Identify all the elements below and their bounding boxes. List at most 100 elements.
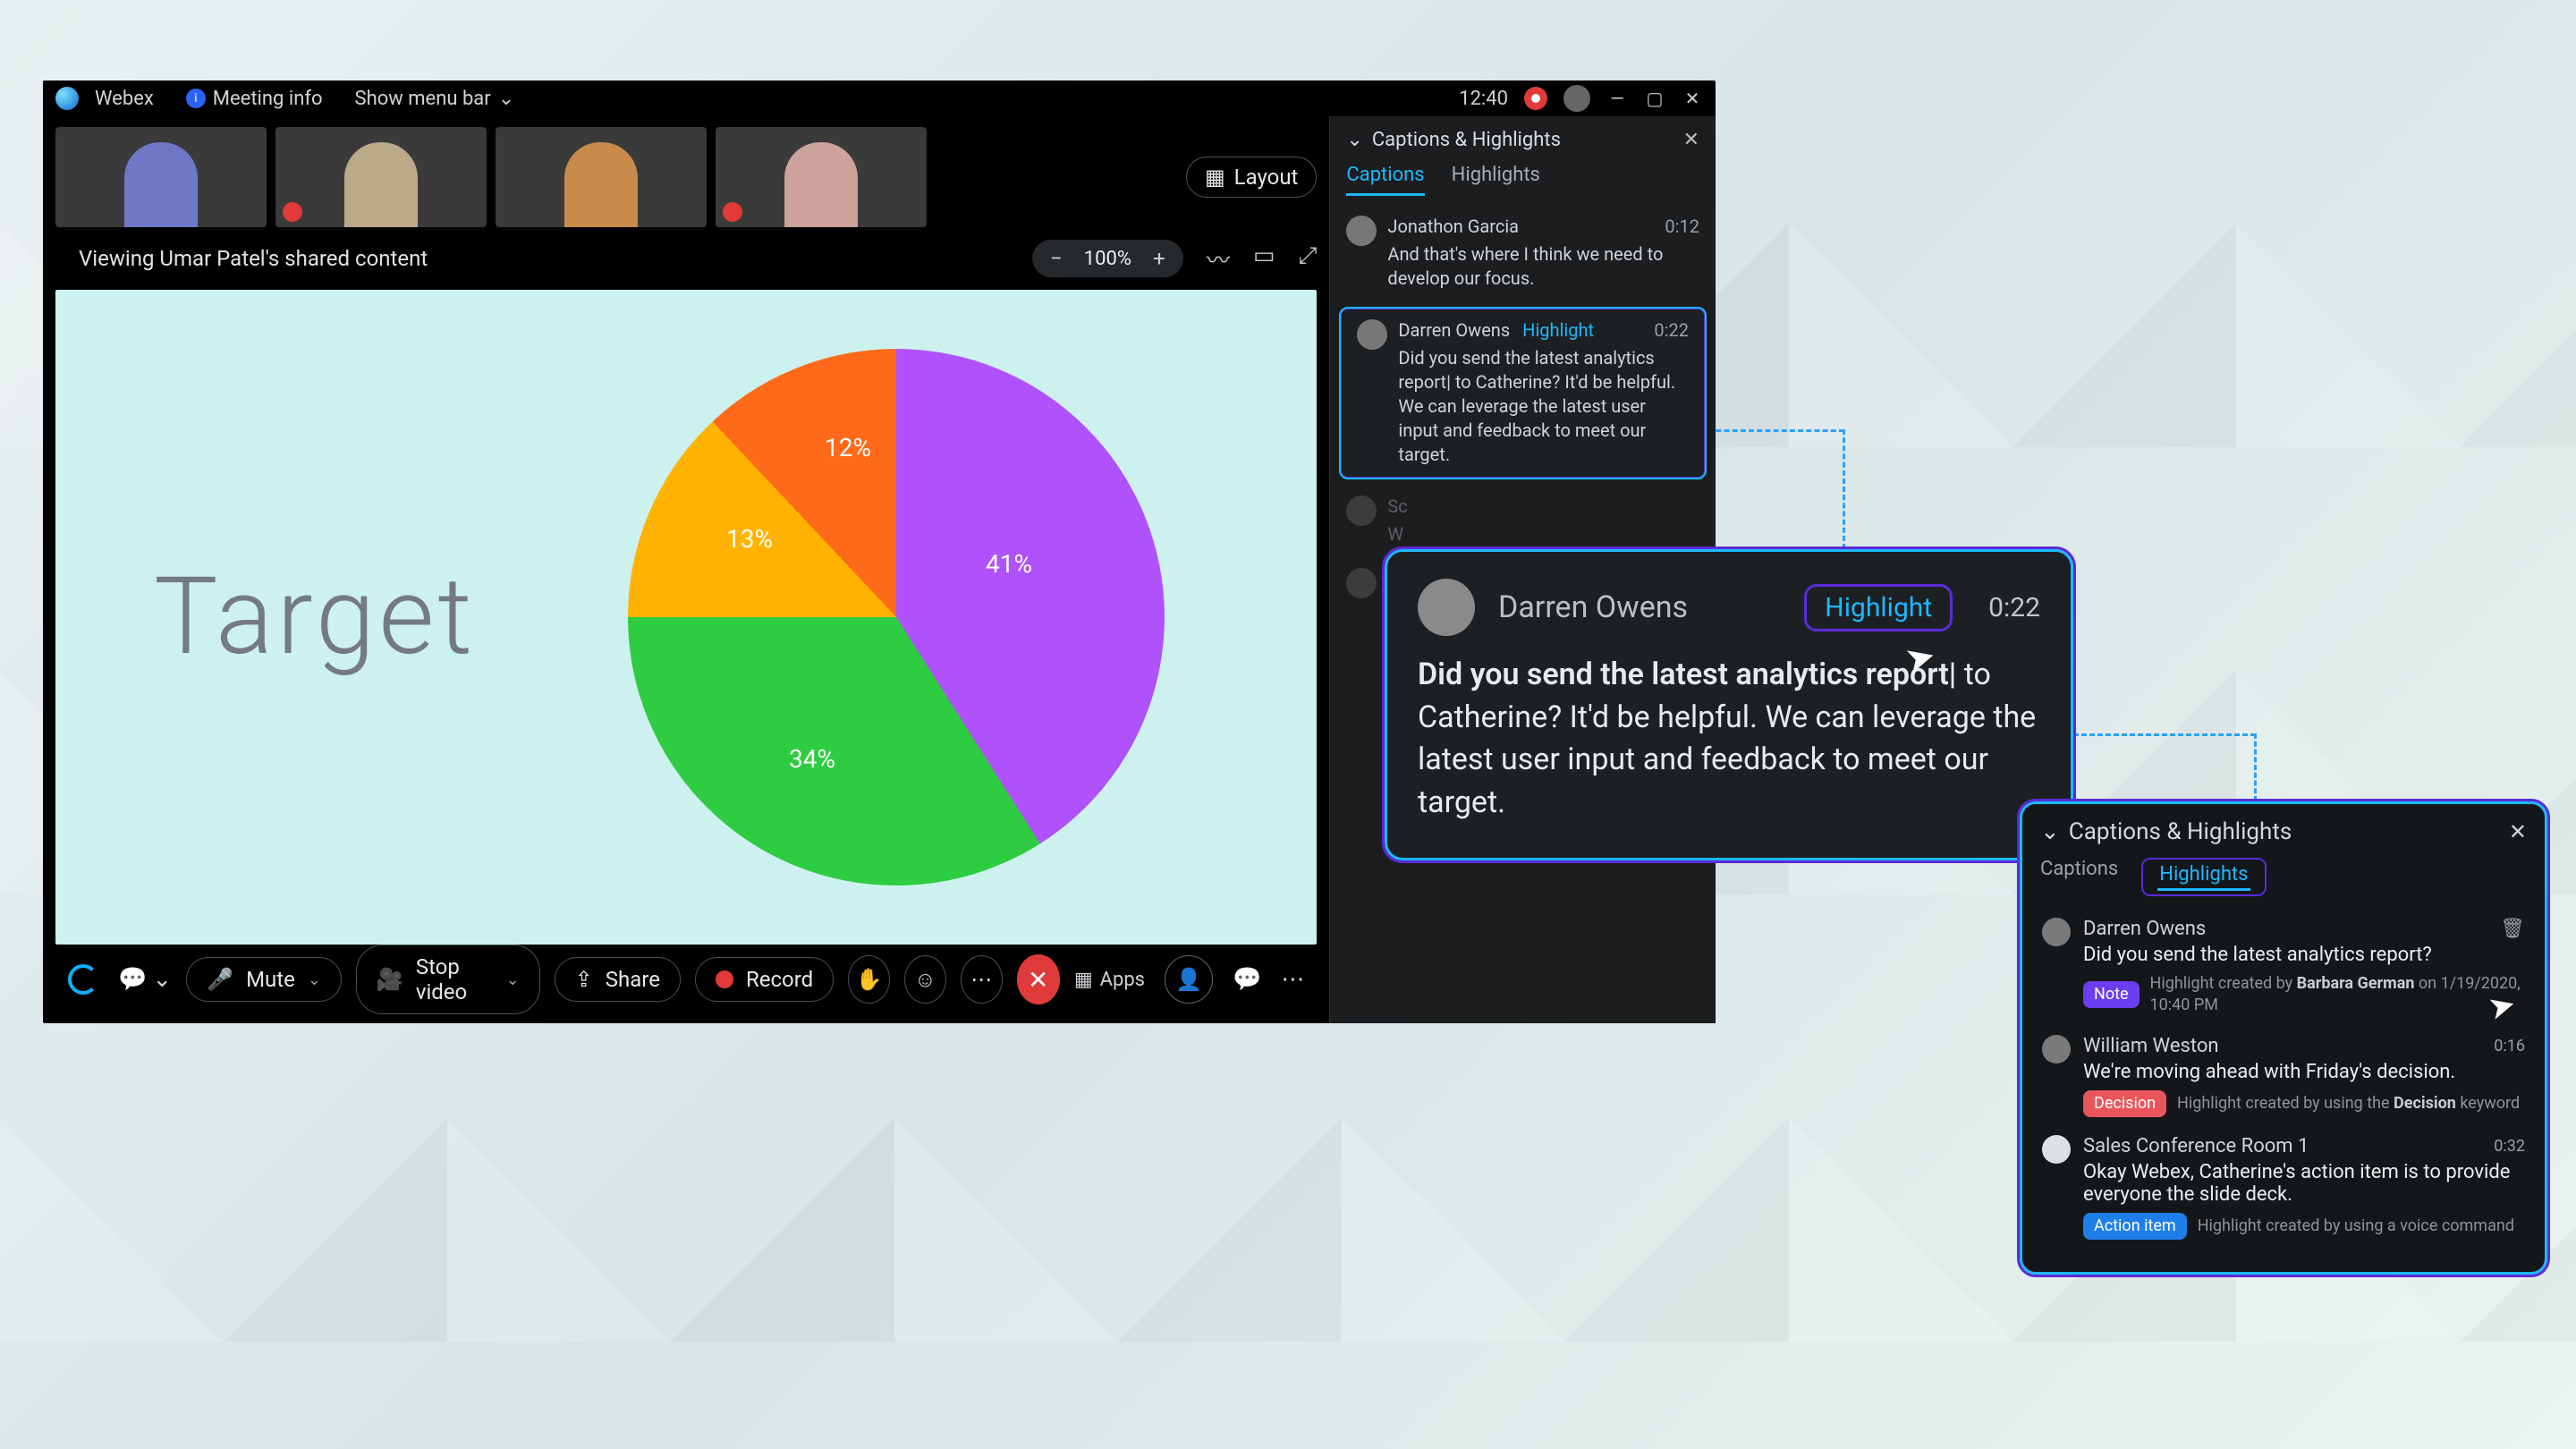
recording-indicator-icon	[1524, 87, 1547, 110]
record-button[interactable]: Record	[695, 957, 834, 1002]
highlight-item[interactable]: Darren Owens 🗑 Did you send the latest a…	[2040, 909, 2527, 1026]
avatar	[2042, 1135, 2071, 1164]
popout-author: Darren Owens	[1498, 589, 1688, 625]
tag-action-item: Action item	[2083, 1213, 2187, 1240]
chevron-down-icon: ⌄	[308, 970, 321, 989]
expand-icon[interactable]: ⤢	[1299, 242, 1318, 275]
highlight-caption-popout: Darren Owens Highlight 0:22 Did you send…	[1385, 549, 2073, 860]
caption-author: Jonathon Garcia	[1387, 216, 1519, 237]
participant-thumbnail[interactable]	[55, 127, 267, 227]
tab-highlights[interactable]: Highlights	[1452, 164, 1540, 196]
chat-panel-button[interactable]: 💬 ⌄	[118, 966, 172, 993]
display-icon[interactable]: ▭	[1253, 242, 1275, 275]
highlight-time: 0:32	[2494, 1137, 2525, 1156]
highlight-item[interactable]: Sales Conference Room 1 0:32 Okay Webex,…	[2040, 1126, 2527, 1249]
pie-slice-label: 13%	[726, 524, 773, 554]
panel-title: Captions & Highlights	[2069, 818, 2292, 845]
participants-button[interactable]: 👤	[1165, 955, 1213, 1004]
info-icon: i	[186, 89, 206, 108]
highlight-text: Did you send the latest analytics report…	[2083, 944, 2525, 966]
avatar	[2042, 918, 2071, 946]
stop-video-button[interactable]: 🎥 Stop video ⌄	[356, 945, 540, 1014]
close-sidebar-button[interactable]: ✕	[1683, 129, 1699, 151]
maximize-button[interactable]: ▢	[1644, 88, 1665, 109]
tab-captions[interactable]: Captions	[1346, 164, 1424, 196]
mute-button[interactable]: 🎤 Mute ⌄	[186, 957, 342, 1002]
close-panel-button[interactable]: ✕	[2509, 819, 2527, 844]
layout-button[interactable]: ▦ Layout	[1186, 157, 1317, 198]
caption-item[interactable]: Sc W	[1330, 485, 1716, 557]
muted-icon	[283, 202, 302, 222]
chat-bubble-icon[interactable]: 💬	[1233, 966, 1261, 993]
pie-slice-label: 12%	[825, 433, 871, 462]
zoom-out-button[interactable]: −	[1041, 243, 1072, 274]
close-window-button[interactable]: ✕	[1682, 88, 1703, 109]
chevron-down-icon[interactable]: ⌄	[2040, 818, 2060, 845]
zoom-in-button[interactable]: +	[1144, 243, 1174, 274]
viewing-label: Viewing Umar Patel's shared content	[79, 246, 428, 271]
camera-icon: 🎥	[377, 967, 403, 992]
caption-text: And that's where I think we need to deve…	[1387, 242, 1699, 291]
highlight-author: William Weston	[2083, 1035, 2219, 1057]
record-icon	[716, 970, 733, 988]
avatar	[1346, 216, 1377, 246]
end-call-button[interactable]: ✕	[1017, 954, 1060, 1004]
webex-logo-icon	[55, 87, 79, 110]
pie-slice-label: 41%	[986, 549, 1032, 579]
tag-note: Note	[2083, 981, 2140, 1008]
pie-slice-label: 34%	[789, 744, 835, 774]
highlights-panel: ⌄ Captions & Highlights ✕ Captions Highl…	[2020, 801, 2547, 1275]
highlight-item[interactable]: William Weston 0:16 We're moving ahead w…	[2040, 1026, 2527, 1126]
caption-time: 0:22	[1654, 319, 1689, 341]
tab-captions[interactable]: Captions	[2040, 858, 2118, 896]
highlight-author: Darren Owens	[2083, 918, 2206, 940]
chevron-down-icon: ⌄	[152, 966, 172, 993]
sidebar-title: Captions & Highlights	[1372, 129, 1561, 151]
tab-highlights[interactable]: Highlights	[2141, 858, 2266, 896]
highlight-author: Sales Conference Room 1	[2083, 1135, 2309, 1157]
popout-time: 0:22	[1988, 592, 2040, 623]
annotate-icon[interactable]: 〰	[1207, 242, 1230, 275]
tag-decision: Decision	[2083, 1090, 2166, 1117]
shared-content-stage: Target 41% 34% 13% 12%	[55, 290, 1317, 945]
highlight-time: 0:16	[2494, 1037, 2525, 1055]
assistant-orb-icon[interactable]	[68, 964, 98, 995]
brand: Webex	[55, 87, 154, 110]
caption-item[interactable]: Jonathon Garcia 0:12 And that's where I …	[1330, 205, 1716, 301]
caption-text: Did you send the latest analytics report…	[1398, 346, 1689, 467]
avatar	[1357, 319, 1387, 350]
avatar	[1418, 579, 1475, 636]
show-menu-bar-button[interactable]: Show menu bar ⌄	[355, 88, 515, 110]
caption-highlight-badge: Highlight	[1522, 319, 1594, 341]
avatar	[1346, 496, 1377, 526]
participant-thumbnail[interactable]	[275, 127, 487, 227]
overflow-icon[interactable]: ⋯	[1281, 966, 1304, 993]
slide-title: Target	[154, 555, 476, 680]
share-button[interactable]: ⇪ Share	[555, 957, 681, 1002]
more-options-button[interactable]: ⋯	[961, 955, 1003, 1004]
participant-thumbnail[interactable]	[716, 127, 927, 227]
avatar	[2042, 1035, 2071, 1063]
chevron-down-icon: ⌄	[498, 88, 514, 110]
raise-hand-button[interactable]: ✋	[848, 955, 890, 1004]
reactions-button[interactable]: ☺	[904, 955, 946, 1004]
pie-chart	[628, 349, 1165, 886]
zoom-level: 100%	[1075, 248, 1140, 270]
popout-text: Did you send the latest analytics report…	[1418, 654, 2040, 824]
caption-item-highlighted[interactable]: Darren Owens Highlight 0:22 Did you send…	[1339, 307, 1707, 479]
participant-thumbnail[interactable]	[496, 127, 707, 227]
grid-icon: ▦	[1205, 165, 1225, 190]
avatar	[1346, 568, 1377, 598]
muted-icon	[723, 202, 742, 222]
meeting-info-button[interactable]: i Meeting info	[186, 88, 323, 110]
minimize-button[interactable]: —	[1606, 88, 1628, 109]
mic-icon: 🎤	[207, 967, 233, 992]
highlight-button[interactable]: Highlight	[1804, 584, 1953, 631]
apps-button[interactable]: ▦ Apps	[1074, 969, 1145, 991]
chevron-down-icon[interactable]: ⌄	[1346, 129, 1362, 151]
trash-icon[interactable]: 🗑	[2500, 918, 2525, 940]
self-avatar[interactable]	[1563, 85, 1590, 112]
chevron-down-icon: ⌄	[506, 970, 520, 989]
caption-time: 0:12	[1665, 216, 1699, 237]
share-icon: ⇪	[575, 967, 593, 992]
